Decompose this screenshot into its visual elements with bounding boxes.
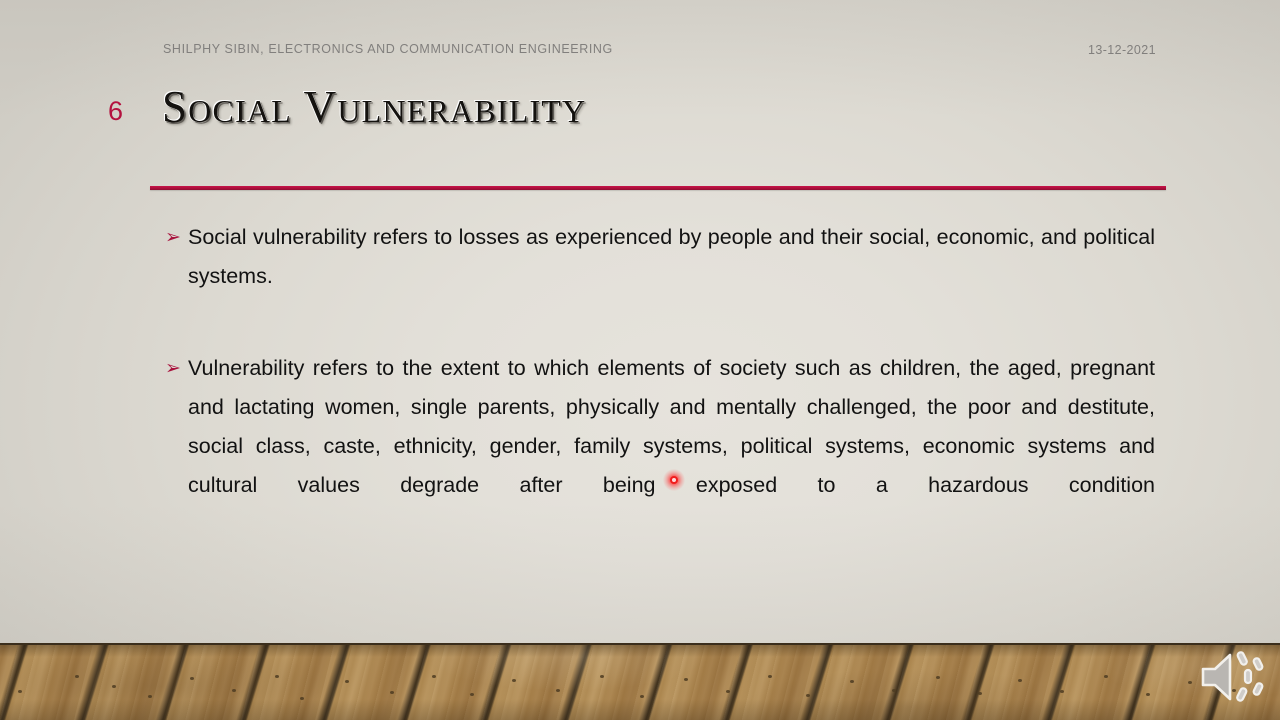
- header-date: 13-12-2021: [1088, 43, 1156, 57]
- list-item: ➢ Vulnerability refers to the extent to …: [165, 349, 1155, 544]
- speaker-icon[interactable]: [1199, 648, 1267, 706]
- title-divider: [150, 186, 1166, 190]
- header-author-department: SHILPHY SIBIN, ELECTRONICS AND COMMUNICA…: [163, 42, 613, 56]
- floor-shading: [0, 645, 1280, 720]
- list-item: ➢ Social vulnerability refers to losses …: [165, 218, 1155, 335]
- list-item-text: Vulnerability refers to the extent to wh…: [188, 356, 1155, 497]
- wooden-floor-decoration: [0, 643, 1280, 720]
- arrow-bullet-icon: ➢: [165, 227, 181, 248]
- presentation-slide: SHILPHY SIBIN, ELECTRONICS AND COMMUNICA…: [0, 0, 1280, 720]
- slide-number: 6: [108, 96, 124, 126]
- page-title: Social Vulnerability: [162, 82, 587, 132]
- slide-body: ➢ Social vulnerability refers to losses …: [165, 218, 1155, 544]
- laser-core: [670, 476, 678, 484]
- arrow-bullet-icon: ➢: [165, 358, 181, 379]
- list-item-text: Social vulnerability refers to losses as…: [188, 225, 1155, 288]
